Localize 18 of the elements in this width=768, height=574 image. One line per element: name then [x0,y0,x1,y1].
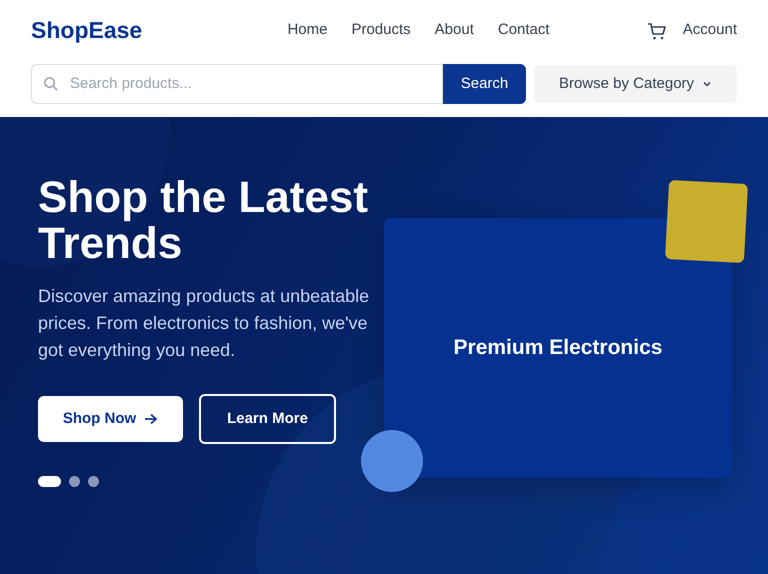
nav-link[interactable]: Contact [498,19,550,42]
search-field[interactable]: Search products... [31,64,443,104]
account-link[interactable]: Account [682,19,737,42]
carousel-indicator[interactable] [38,476,61,487]
shop-now-button[interactable]: Shop Now [38,396,183,442]
nav-link[interactable]: Home [287,19,328,42]
brand-logo[interactable]: ShopEase [31,13,142,48]
hero-description: Discover amazing products at unbeatable prices. From electronics to fashion, we've got everything you need. [38,285,370,362]
card-title: Premium Electronics [454,335,662,362]
nav-link[interactable]: Products [351,19,411,42]
cart-icon[interactable] [646,20,667,40]
nav-link[interactable]: About [434,19,474,42]
learn-more-button[interactable]: Learn More [199,394,336,444]
arrow-right-icon [144,413,158,425]
search-icon [43,76,58,91]
search-button[interactable]: Search [443,64,526,104]
hero-title: Shop the Latest Trends [38,175,370,267]
category-dropdown[interactable]: Browse by Category [534,64,737,103]
